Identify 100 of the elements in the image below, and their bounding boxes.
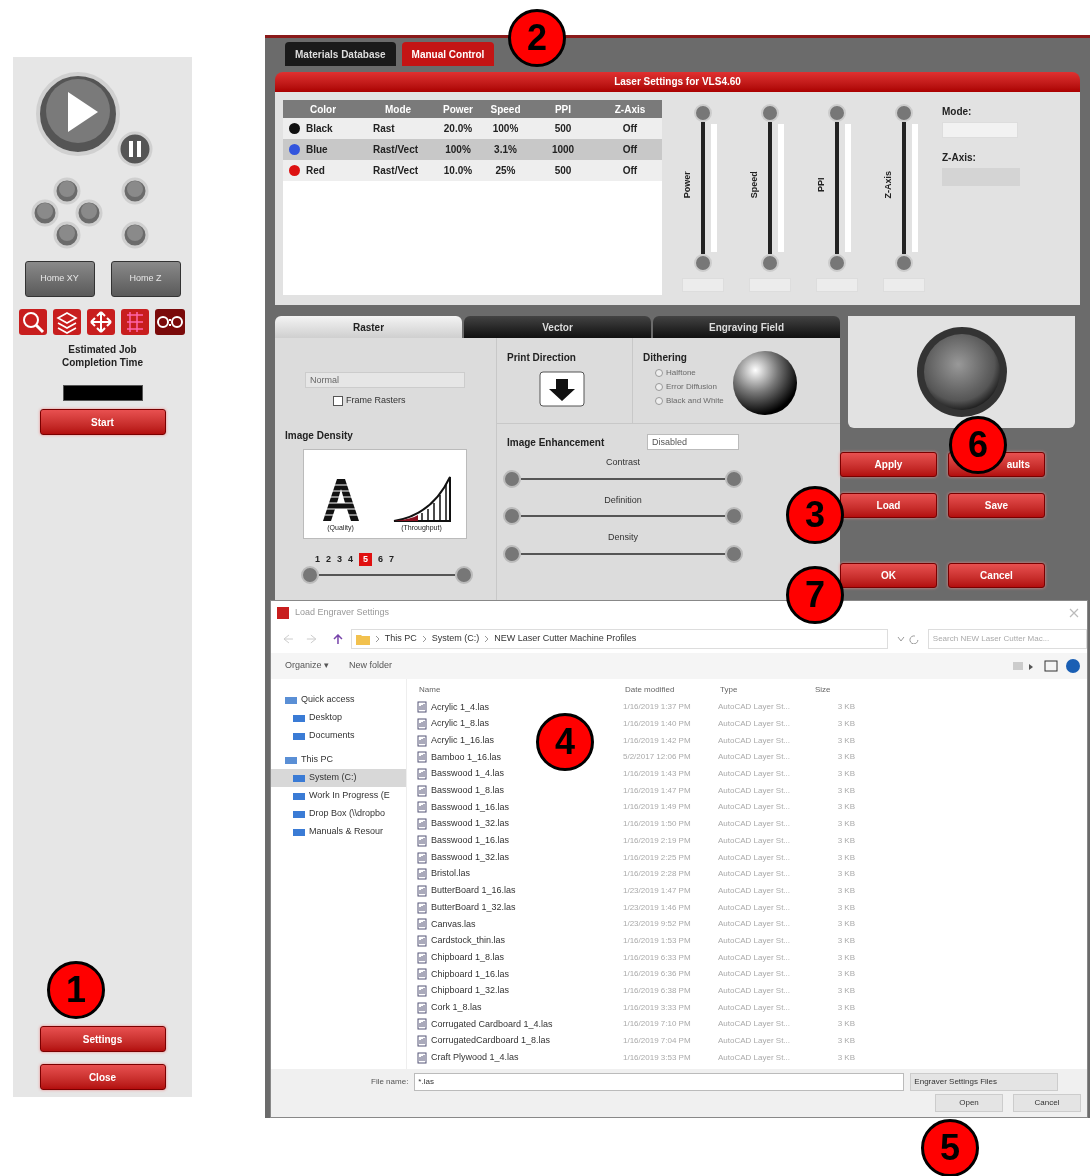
table-cell-text: 1/16/2019 1:53 PM <box>623 934 692 947</box>
button[interactable]: Close <box>39 1064 166 1090</box>
enhancement-dropdown[interactable]: Disabled <box>647 434 739 450</box>
button[interactable]: OK <box>840 563 937 588</box>
column-header[interactable]: Size <box>813 684 863 696</box>
slider-knob-icon[interactable] <box>828 254 846 272</box>
slider-knob-icon[interactable] <box>761 104 779 122</box>
slider-track[interactable] <box>902 122 906 254</box>
open-button[interactable]: Open <box>935 1094 1003 1112</box>
button[interactable]: Cancel <box>948 563 1045 588</box>
slider-knob-icon[interactable] <box>694 104 712 122</box>
new-folder-button[interactable]: New folder <box>349 659 393 673</box>
table-cell-text: AutoCAD Layer St... <box>718 851 792 864</box>
pause-button[interactable] <box>117 131 153 167</box>
density-step[interactable]: 3 <box>337 552 343 566</box>
tab[interactable]: Raster <box>275 316 462 338</box>
density-step[interactable]: 1 <box>315 552 320 566</box>
slider-knob-icon[interactable] <box>828 104 846 122</box>
slider-knob-icon[interactable] <box>301 566 319 584</box>
quality-dropdown[interactable]: Normal <box>305 372 465 388</box>
tab[interactable]: Manual Control <box>401 42 495 66</box>
close-icon[interactable] <box>1069 608 1079 618</box>
file-icon <box>417 1018 427 1031</box>
tab[interactable]: Materials Database <box>285 42 396 66</box>
slider-knob-icon[interactable] <box>725 544 743 563</box>
file-name: Basswood 1_32.las <box>431 850 510 864</box>
slider-track[interactable] <box>521 477 725 480</box>
address-bar[interactable]: This PC System (C:) NEW Laser Cutter Machine Profiles <box>350 629 888 649</box>
density-step[interactable]: 6 <box>378 552 384 566</box>
slider-knob-icon[interactable] <box>725 469 743 488</box>
slider-knob-icon[interactable] <box>725 507 743 525</box>
table-row[interactable]: Blue Rast/Vect 100% 3.1% 1000 Off <box>283 139 662 160</box>
file-type-dropdown[interactable]: Engraver Settings Files <box>910 1073 1059 1091</box>
jog-right-button[interactable] <box>75 199 103 227</box>
jog-up-button[interactable] <box>53 177 81 205</box>
down-arrow-button[interactable] <box>539 371 585 407</box>
refresh-icon[interactable] <box>895 634 920 644</box>
button[interactable]: Settings <box>39 1026 166 1052</box>
nav-label: Work In Progress (E <box>309 789 390 803</box>
column-header[interactable]: Type <box>718 684 813 696</box>
column-header[interactable]: Date modified <box>623 684 718 696</box>
up-arrow-icon[interactable] <box>332 634 343 644</box>
nav-item[interactable]: Documents <box>271 727 406 745</box>
move-icon[interactable] <box>86 309 115 335</box>
nav-item[interactable]: Quick access <box>271 691 406 709</box>
jog-left-button[interactable] <box>31 199 59 227</box>
organize-menu[interactable]: Organize ▾ <box>285 659 330 673</box>
breadcrumb-item[interactable]: NEW Laser Cutter Machine Profiles <box>494 632 637 646</box>
slider-track[interactable] <box>701 122 705 254</box>
timer-icon[interactable] <box>154 309 185 335</box>
grid-icon[interactable] <box>120 309 149 335</box>
column-header[interactable]: Name <box>417 684 623 696</box>
slider-knob-icon[interactable] <box>895 104 913 122</box>
checkbox[interactable] <box>333 395 343 406</box>
nav-item[interactable]: Work In Progress (E <box>271 787 406 805</box>
density-step[interactable]: 2 <box>326 552 332 566</box>
chevron-icon <box>484 635 490 643</box>
button[interactable]: Save <box>948 493 1045 518</box>
z-down-button[interactable] <box>121 221 149 249</box>
breadcrumb-item[interactable]: This PC <box>384 632 417 646</box>
slider-track[interactable] <box>521 552 725 555</box>
density-step[interactable]: 7 <box>389 552 395 566</box>
table-row[interactable]: Red Rast/Vect 10.0% 25% 500 Off <box>283 160 662 181</box>
nav-item[interactable]: Manuals & Resour <box>271 823 406 841</box>
nav-item[interactable]: System (C:) <box>271 769 406 787</box>
density-step[interactable]: 4 <box>348 552 354 566</box>
breadcrumb-item[interactable]: System (C:) <box>431 632 480 646</box>
button[interactable]: Apply <box>840 452 937 477</box>
jog-down-button[interactable] <box>53 221 81 249</box>
button[interactable]: Home XY <box>24 261 95 297</box>
play-button[interactable] <box>36 72 120 156</box>
density-step[interactable]: 5 <box>359 552 373 566</box>
slider-knob-icon[interactable] <box>694 254 712 272</box>
button[interactable]: Home Z <box>110 261 181 297</box>
button[interactable]: Start <box>39 409 166 435</box>
slider-knob-icon[interactable] <box>503 507 521 525</box>
view-options-icon[interactable] <box>1011 658 1081 674</box>
table-row[interactable]: Black Rast 20.0% 100% 500 Off <box>283 118 662 139</box>
table-cell-text: 1/23/2019 1:46 PM <box>623 901 692 914</box>
zoom-icon[interactable] <box>18 309 47 335</box>
layers-icon[interactable] <box>52 309 81 335</box>
z-up-button[interactable] <box>121 177 149 205</box>
nav-item[interactable]: Drop Box (\\dropbo <box>271 805 406 823</box>
slider-track[interactable] <box>768 122 772 254</box>
button[interactable]: Load <box>840 493 937 518</box>
cancel-button[interactable]: Cancel <box>1013 1094 1081 1112</box>
dial-knob[interactable] <box>915 326 1008 418</box>
slider-knob-icon[interactable] <box>761 254 779 272</box>
slider-track[interactable] <box>835 122 839 254</box>
file-name-field[interactable]: *.las <box>414 1073 905 1091</box>
table-cell-text: 3 KB <box>836 918 856 931</box>
nav-item[interactable]: This PC <box>271 751 406 769</box>
slider-knob-icon[interactable] <box>895 254 913 272</box>
slider-knob-icon[interactable] <box>503 544 521 563</box>
slider-knob-icon[interactable] <box>503 469 521 488</box>
tab[interactable]: Vector <box>464 316 651 338</box>
file-icon <box>417 868 427 881</box>
slider-knob-icon[interactable] <box>455 566 473 584</box>
tab[interactable]: Engraving Field <box>653 316 840 338</box>
nav-item[interactable]: Desktop <box>271 709 406 727</box>
